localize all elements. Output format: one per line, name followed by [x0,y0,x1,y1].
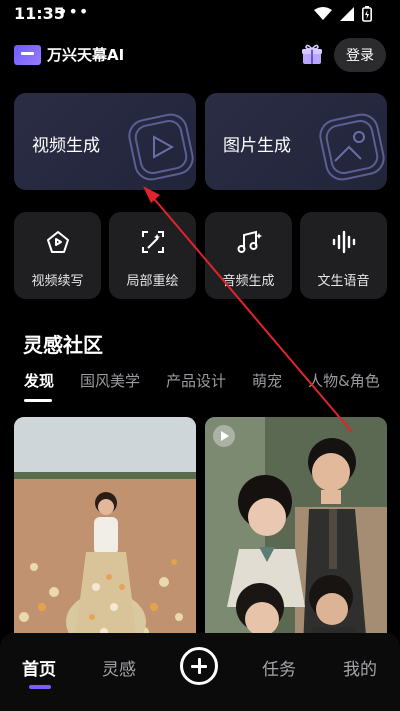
feed-card-flower-field[interactable] [14,417,196,647]
gift-icon[interactable] [300,43,324,67]
status-bar: 11:35 ••• [0,0,400,30]
battery-icon [362,6,372,22]
video-generation-card[interactable]: 视频生成 [14,93,196,190]
community-title: 灵感社区 [23,333,103,357]
nav-tasks[interactable]: 任务 [262,655,296,680]
wifi-icon [314,7,332,20]
nav-profile[interactable]: 我的 [343,655,377,680]
tab-pets[interactable]: 萌宠 [252,370,282,404]
status-icons [314,6,372,22]
music-note-icon [237,230,262,253]
tool-video-continue[interactable]: 视频续写 [14,212,101,299]
tool-partial-repaint[interactable]: 局部重绘 [109,212,196,299]
app-logo: 万兴天幕AI [14,44,124,65]
voice-wave-icon [332,230,355,254]
community-tabs: 发现 国风美学 产品设计 萌宠 人物&角色 [0,370,400,404]
image-generation-card[interactable]: 图片生成 [205,93,387,190]
create-plus-icon[interactable] [180,647,218,685]
partial-repaint-icon [141,231,164,253]
tab-product-design[interactable]: 产品设计 [166,370,226,404]
tool-text-to-speech-label: 文生语音 [317,274,370,289]
nav-inspiration[interactable]: 灵感 [102,655,136,680]
tab-chinese-style[interactable]: 国风美学 [80,370,140,404]
video-badge-icon [213,425,235,447]
signal-icon [340,7,354,21]
app-header: 万兴天幕AI 登录 [0,38,400,74]
tool-video-continue-label: 视频续写 [31,274,84,289]
video-continue-icon [46,231,69,253]
family-portrait-image [205,417,387,647]
tool-audio-generation[interactable]: 音频生成 [205,212,292,299]
feed-card-family-portrait[interactable] [205,417,387,647]
login-button[interactable]: 登录 [334,38,386,72]
logo-mark-icon [14,44,41,65]
tool-partial-repaint-label: 局部重绘 [126,274,179,289]
nav-home[interactable]: 首页 [22,655,56,680]
bottom-navigation: 首页 灵感 任务 我的 [0,633,400,711]
image-icon [319,113,385,181]
nav-active-indicator [29,685,51,689]
tool-audio-generation-label: 音频生成 [222,274,275,289]
tab-characters[interactable]: 人物&角色 [308,370,380,404]
video-generation-label: 视频生成 [32,136,100,156]
image-generation-label: 图片生成 [223,136,291,156]
flower-field-image [14,417,196,647]
tool-text-to-speech[interactable]: 文生语音 [300,212,387,299]
app-name: 万兴天幕AI [47,46,125,64]
status-notification-dots: ••• [58,2,90,21]
active-tab-indicator [24,399,52,402]
video-play-icon [128,113,194,181]
